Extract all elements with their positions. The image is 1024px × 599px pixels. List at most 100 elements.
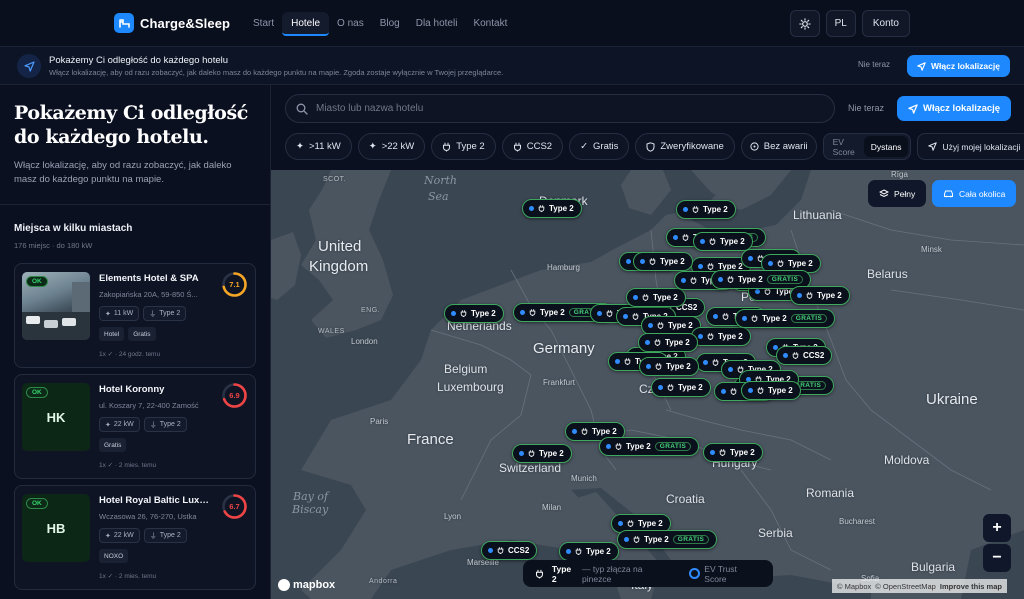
hotel-address: Zakopiańska 20A, 59-850 Ś... [99, 290, 198, 299]
legend-connector-desc: — typ złącza na pinezce [582, 563, 643, 584]
sort-distance[interactable]: Dystans [863, 136, 909, 157]
map-legend: Type 2 — typ złącza na pinezce EV Trust … [523, 560, 773, 587]
plug-icon [513, 142, 521, 151]
hotel-tag: Gratis [128, 327, 156, 341]
brand-logo[interactable]: Charge&Sleep [114, 13, 230, 33]
filter-gratis[interactable]: ✓ Gratis [569, 133, 630, 160]
charger-pin[interactable]: Type 2 [559, 542, 619, 561]
navigation-arrow-icon [928, 142, 938, 151]
map-canvas[interactable]: SCOT.NorthSeaDenmarkLatviaLithuaniaUnite… [271, 170, 1024, 599]
plug-icon [727, 276, 734, 283]
nav-link-kontakt[interactable]: Kontakt [465, 12, 515, 36]
filter-verified[interactable]: Zweryfikowane [635, 133, 735, 160]
account-button[interactable]: Konto [861, 10, 910, 37]
pin-connector: Type 2 [762, 314, 787, 323]
hotel-card[interactable]: OK Elements Hotel & SPA Zakopiańska 20A,… [14, 263, 256, 368]
charger-pin[interactable]: Type 2 [626, 288, 686, 307]
navigation-arrow-icon [17, 54, 41, 78]
whole-area-button[interactable]: Cała okolica [932, 180, 1017, 207]
plug-icon: ⏚ [149, 421, 157, 429]
charger-pin[interactable]: Type 2 [676, 200, 736, 219]
charger-pin[interactable]: Type 2 [522, 199, 582, 218]
plug-icon [682, 234, 689, 241]
enable-location-button[interactable]: Włącz lokalizację [897, 96, 1012, 121]
charger-pin[interactable]: CCS2 [776, 346, 833, 365]
hotel-card[interactable]: HK OK Hotel Koronny ul. Koszary 7, 22-40… [14, 374, 256, 479]
search-icon [296, 103, 308, 115]
pin-connector: CCS2 [508, 546, 530, 555]
zoom-out-button[interactable]: − [983, 544, 1011, 572]
filter-label: CCS2 [526, 141, 553, 152]
charger-pin[interactable]: Type 2 GRATIS [735, 309, 836, 328]
charger-pin[interactable]: Type 2 [741, 381, 801, 400]
nav-link-start[interactable]: Start [245, 12, 282, 36]
plug-icon [730, 388, 737, 395]
filter-11kw[interactable]: ✦ >11 kW [285, 133, 352, 160]
map-label-paris: Paris [370, 417, 389, 426]
filter-no-failures[interactable]: Bez awarii [740, 133, 817, 160]
zoom-in-button[interactable]: + [983, 514, 1011, 542]
sort-ev-score[interactable]: EV Score [826, 136, 862, 157]
nav-link-o-nas[interactable]: O nas [329, 12, 372, 36]
nav-link-dla-hoteli[interactable]: Dla hoteli [408, 12, 466, 36]
ev-score-ring: 7.1 [221, 271, 248, 298]
plug-icon [538, 205, 545, 212]
map-label-romania: Romania [806, 486, 855, 500]
map-label-minsk: Minsk [921, 245, 942, 254]
charger-pin[interactable]: Type 2 [444, 304, 504, 323]
mapbox-mark-icon [278, 579, 290, 591]
language-button[interactable]: PL [825, 10, 856, 37]
places-section-subtitle: 176 miejsc · do 180 kW [14, 241, 93, 250]
pin-connector: Type 2 [718, 332, 743, 341]
charger-pin[interactable]: Type 2 GRATIS [599, 437, 700, 456]
charger-pin[interactable]: Type 2 [790, 286, 850, 305]
banner-enable-location-button[interactable]: Włącz lokalizację [907, 55, 1010, 77]
score-dot-icon [748, 388, 753, 393]
nav-link-hotele[interactable]: Hotele [282, 11, 330, 36]
attribution-improve[interactable]: Improve this map [940, 582, 1002, 591]
hotel-name: Elements Hotel & SPA [99, 273, 199, 284]
charger-pin[interactable]: Type 2 [638, 333, 698, 352]
map-style-button[interactable]: Pełny [868, 180, 927, 207]
map-label-germany: Germany [533, 340, 595, 357]
charger-pin[interactable]: Type 2 GRATIS [617, 530, 718, 549]
score-dot-icon [618, 521, 623, 526]
banner-dismiss-button[interactable]: Nie teraz [858, 60, 890, 69]
search-input[interactable] [316, 95, 816, 122]
charger-pin[interactable]: Type 2 [651, 378, 711, 397]
plug-icon [690, 277, 697, 284]
attribution-osm[interactable]: © OpenStreetMap [875, 582, 936, 591]
map-label-moldova: Moldova [884, 453, 930, 467]
search-dismiss-button[interactable]: Nie teraz [848, 103, 884, 113]
car-icon [944, 190, 953, 198]
charger-pin[interactable]: CCS2 [481, 541, 538, 560]
plug-icon [722, 313, 729, 320]
connector-value: Type 2 [159, 532, 181, 539]
filter-22kw[interactable]: ✦ >22 kW [357, 133, 426, 160]
score-dot-icon [728, 367, 733, 372]
charger-pin[interactable]: Type 2 [693, 232, 753, 251]
filter-ccs2[interactable]: CCS2 [501, 133, 564, 160]
score-dot-icon [698, 264, 703, 269]
hotel-tag: Gratis [99, 438, 127, 452]
charger-pin[interactable]: Type 2 [512, 444, 572, 463]
nav-link-blog[interactable]: Blog [372, 12, 408, 36]
plug-icon [615, 443, 622, 450]
map-label-munich: Munich [571, 474, 597, 483]
filter-type2[interactable]: Type 2 [431, 133, 496, 160]
pin-connector: Type 2 [730, 448, 755, 457]
plug-icon [497, 547, 504, 554]
legend-connector: Type 2 [551, 563, 572, 584]
hotel-card[interactable]: HB OK Hotel Royal Baltic Luxur... Wczaso… [14, 485, 256, 590]
charger-pin[interactable]: Type 2 [639, 357, 699, 376]
charger-pin[interactable]: Type 2 [703, 443, 763, 462]
use-my-location-button[interactable]: Użyj mojej lokalizacji [917, 133, 1024, 160]
mapbox-logo[interactable]: mapbox [278, 579, 335, 591]
score-dot-icon [626, 259, 631, 264]
charger-pin[interactable]: Type 2 [633, 252, 693, 271]
charger-pin[interactable]: Type 2 [691, 327, 751, 346]
connector-chip: ⏚ Type 2 [143, 417, 187, 432]
shield-icon [646, 141, 655, 152]
theme-toggle-button[interactable] [789, 10, 820, 37]
attribution-mapbox[interactable]: © Mapbox [837, 582, 871, 591]
